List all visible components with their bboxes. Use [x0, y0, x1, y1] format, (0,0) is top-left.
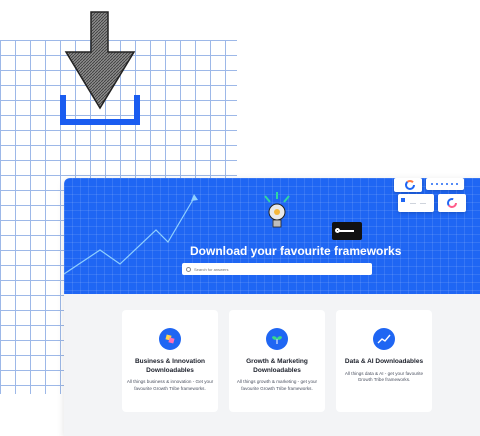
downloads-page-preview: Download your favourite frameworks Busin… [64, 178, 480, 436]
sprout-icon [266, 328, 288, 350]
category-card-business[interactable]: Business & Innovation Downloadables All t… [122, 310, 218, 412]
category-title: Business & Innovation Downloadables [134, 358, 206, 374]
page-title: Download your favourite frameworks [190, 244, 402, 258]
category-title: Data & AI Downloadables [344, 358, 424, 365]
download-arrow-icon [64, 11, 136, 110]
search-bar[interactable] [182, 263, 372, 275]
lightbulb-icon [264, 192, 290, 228]
hero-banner: Download your favourite frameworks [64, 178, 480, 294]
key-tag-icon [332, 222, 362, 240]
category-card-growth[interactable]: Growth & Marketing Downloadables All thin… [229, 310, 325, 412]
thumbnail-rating-card [426, 178, 464, 190]
thumbnail-list-card [398, 194, 434, 212]
search-input[interactable] [194, 266, 344, 272]
category-title: Growth & Marketing Downloadables [246, 358, 308, 374]
category-description: All things data & AI - get your favourit… [344, 370, 424, 383]
thumbnail-donut-chart [394, 178, 422, 192]
category-description: All things growth & marketing - get your… [236, 379, 318, 391]
trend-line-icon [373, 328, 395, 350]
search-icon [186, 266, 191, 272]
puzzle-sparkle-icon [159, 328, 181, 350]
category-card-data-ai[interactable]: Data & AI Downloadables All things data … [336, 310, 432, 412]
thumbnail-gauge-card [438, 194, 466, 212]
category-description: All things business & innovation - Get y… [126, 379, 214, 391]
